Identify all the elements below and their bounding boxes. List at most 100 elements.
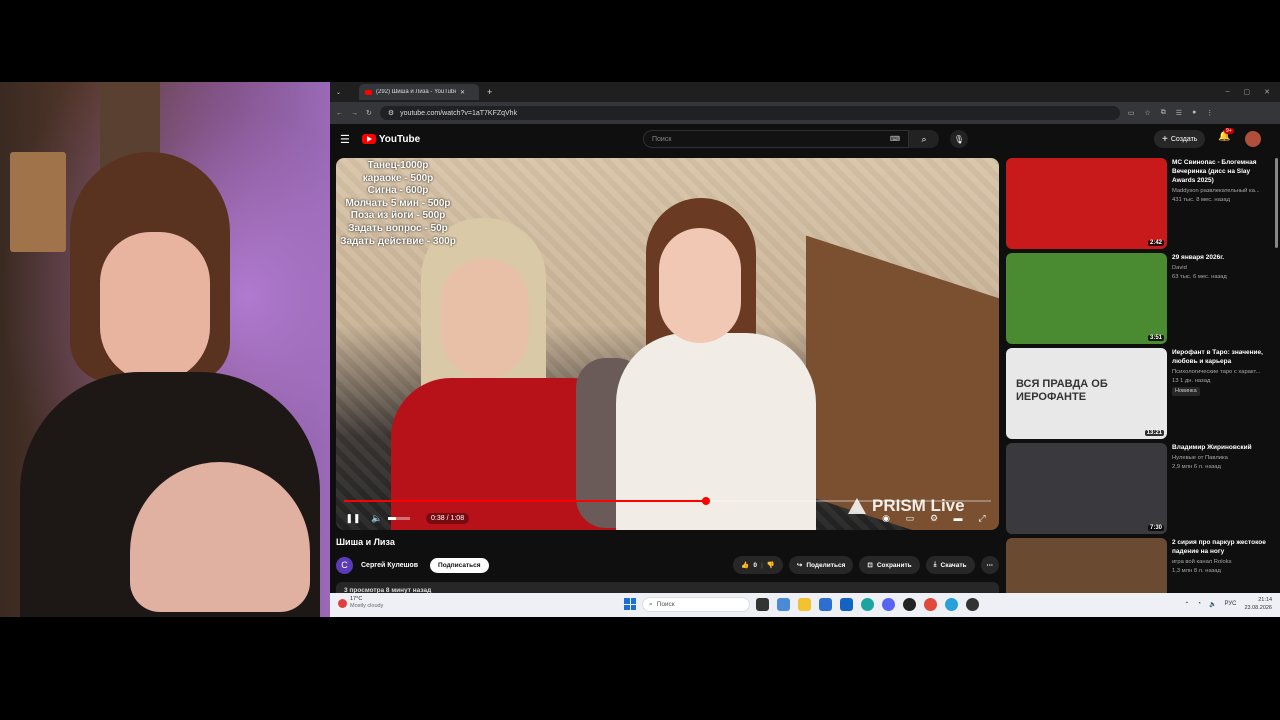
- extensions-icon[interactable]: ⧉: [1161, 109, 1166, 117]
- related-video-channel[interactable]: Психологические таро с характ...: [1172, 368, 1270, 377]
- related-video-title[interactable]: Владимир Жириновский: [1172, 443, 1252, 452]
- related-video-item[interactable]: 2:42 МС Свинопас - Блогемная Вечеринка (д…: [1006, 158, 1270, 249]
- tab-close-icon[interactable]: ✕: [460, 89, 465, 96]
- like-count: 0: [753, 561, 757, 569]
- account-avatar[interactable]: [1245, 131, 1261, 147]
- related-video-thumbnail[interactable]: ВСЯ ПРАВДА ОБ ИЕРОФАНТЕ 13:21: [1006, 348, 1167, 439]
- forward-icon[interactable]: →: [351, 110, 358, 117]
- related-video-item[interactable]: 7:30 Владимир Жириновский Нулевые от Павли…: [1006, 443, 1270, 534]
- settings-icon[interactable]: ⚙: [925, 510, 943, 526]
- start-button[interactable]: [624, 598, 636, 610]
- more-icon: ⋯: [986, 562, 994, 569]
- edge-icon[interactable]: [861, 598, 874, 611]
- related-video-info: 29 января 2026г. David 63 тыс. 6 мес. наза…: [1172, 253, 1227, 344]
- tab-list-icon[interactable]: ⌄: [336, 89, 341, 96]
- pause-icon[interactable]: ❚❚: [344, 510, 362, 526]
- volume-slider[interactable]: [388, 516, 410, 520]
- reload-icon[interactable]: ↻: [366, 109, 372, 117]
- tab-youtube[interactable]: (292) Шиша и Лиза - YouTube ✕: [359, 84, 480, 100]
- download-button[interactable]: ⤓ Скачать: [925, 556, 975, 574]
- like-button[interactable]: 👍 0 | 👎: [733, 556, 783, 574]
- new-tab-icon[interactable]: +: [487, 87, 492, 97]
- maximize-icon[interactable]: ▢: [1244, 88, 1251, 96]
- subtitles-icon[interactable]: ▭: [901, 510, 919, 526]
- subscribe-button[interactable]: Подписаться: [430, 557, 489, 573]
- bookmark-star-icon[interactable]: ☆: [1145, 109, 1151, 117]
- taskbar-search[interactable]: ⌕ Поиск: [642, 597, 750, 612]
- obs-icon[interactable]: [966, 598, 979, 611]
- browser-menu-icon[interactable]: ⋮: [1206, 109, 1213, 117]
- related-video-meta: 63 тыс. 6 мес. назад: [1172, 273, 1227, 280]
- related-video-title[interactable]: МС Свинопас - Блогемная Вечеринка (дисс …: [1172, 158, 1270, 185]
- thumbs-down-icon[interactable]: 👎: [767, 561, 775, 569]
- language-indicator[interactable]: РУС: [1224, 601, 1236, 607]
- tray-chevron-icon[interactable]: ⌃: [1184, 601, 1189, 608]
- save-button[interactable]: ⊡ Сохранить: [859, 556, 920, 574]
- minimize-icon[interactable]: –: [1226, 88, 1230, 96]
- close-window-icon[interactable]: ✕: [1264, 88, 1270, 96]
- download-label: Скачать: [940, 561, 967, 569]
- reading-list-icon[interactable]: ☰: [1176, 109, 1182, 117]
- youtube-logo-text: YouTube: [378, 133, 421, 145]
- hamburger-menu-icon[interactable]: ☰: [340, 133, 350, 146]
- related-video-title[interactable]: 29 января 2026г.: [1172, 253, 1227, 262]
- related-video-item[interactable]: ВСЯ ПРАВДА ОБ ИЕРОФАНТЕ 13:21 Иерофант в Т…: [1006, 348, 1270, 439]
- site-info-icon[interactable]: ⚙: [388, 109, 394, 117]
- related-video-channel[interactable]: David: [1172, 264, 1227, 273]
- volume-icon[interactable]: 🔈: [368, 510, 386, 526]
- profile-icon[interactable]: ●: [1192, 109, 1196, 117]
- file-explorer-icon[interactable]: [798, 598, 811, 611]
- task-view-icon[interactable]: [756, 598, 769, 611]
- price-list-item: Танец-1000р: [367, 160, 429, 171]
- related-video-channel[interactable]: Maddyson развлекательный ка...: [1172, 187, 1270, 196]
- channel-avatar[interactable]: С: [336, 556, 353, 574]
- related-video-title[interactable]: 2 сирия про паркур жестокое падение на н…: [1172, 538, 1270, 556]
- app-icon[interactable]: [903, 598, 916, 611]
- video-player[interactable]: Танец-1000р караоке - 500р Сигна - 600р Мол…: [336, 158, 999, 530]
- chrome-icon[interactable]: [924, 598, 937, 611]
- related-video-thumbnail[interactable]: 7:30: [1006, 443, 1167, 534]
- price-list-item: Молчать 5 мин - 500р: [345, 197, 451, 209]
- outlook-icon[interactable]: [840, 598, 853, 611]
- fullscreen-icon[interactable]: ⤢: [973, 510, 991, 526]
- discord-icon[interactable]: [882, 598, 895, 611]
- video-duration: 3:51: [1147, 335, 1164, 341]
- volume-tray-icon[interactable]: 🔈: [1209, 601, 1216, 608]
- cast-icon[interactable]: ▭: [1128, 109, 1135, 117]
- page-scrollbar[interactable]: [1275, 158, 1278, 248]
- store-icon[interactable]: [819, 598, 832, 611]
- price-list-item: караоке - 500р: [362, 172, 434, 184]
- notifications-button[interactable]: 🔔 9+: [1218, 128, 1234, 142]
- weather-temp: 17°C: [350, 596, 363, 602]
- progress-bar[interactable]: [344, 497, 991, 505]
- youtube-logo[interactable]: YouTube: [361, 133, 421, 145]
- create-button[interactable]: + Создать: [1154, 130, 1206, 148]
- price-list-item: Задать действие - 300р: [340, 235, 456, 247]
- taskbar-search-icon: ⌕: [649, 600, 653, 608]
- more-actions-button[interactable]: ⋯: [980, 556, 999, 574]
- related-video-meta: 2,9 млн 6 л. назад: [1172, 463, 1221, 470]
- related-video-thumbnail[interactable]: 2:42: [1006, 158, 1167, 249]
- weather-desc: Mostly cloudy: [350, 603, 384, 609]
- autoplay-toggle-icon[interactable]: ◉: [877, 510, 895, 526]
- channel-name[interactable]: Сергей Кулешов: [361, 562, 418, 569]
- back-icon[interactable]: ←: [336, 110, 343, 117]
- related-video-channel[interactable]: Нулевые от Павлика: [1172, 454, 1252, 463]
- search-button[interactable]: ⌕: [909, 130, 939, 148]
- progress-fill: [344, 500, 707, 502]
- telegram-icon[interactable]: [945, 598, 958, 611]
- search-input[interactable]: Поиск ⌨: [643, 130, 909, 148]
- theater-mode-icon[interactable]: ▬: [949, 510, 967, 526]
- url-field[interactable]: ⚙ youtube.com/watch?v=1aT7KFZqVhk: [379, 106, 1120, 120]
- weather-widget[interactable]: 17°C Mostly cloudy: [338, 596, 383, 610]
- share-button[interactable]: ↪ Поделиться: [788, 556, 854, 574]
- network-icon[interactable]: ◔: [1197, 601, 1201, 607]
- related-video-item[interactable]: 3:51 29 января 2026г. David 63 тыс. 6 мес. …: [1006, 253, 1270, 344]
- related-video-title[interactable]: Иерофант в Таро: значение, любовь и карь…: [1172, 348, 1270, 366]
- related-video-channel[interactable]: игра вой канал Roloks: [1172, 558, 1270, 567]
- keyboard-icon[interactable]: ⌨: [890, 135, 900, 143]
- voice-search-button[interactable]: 🎙: [950, 130, 968, 148]
- widgets-icon[interactable]: [777, 598, 790, 611]
- related-video-thumbnail[interactable]: 3:51: [1006, 253, 1167, 344]
- clock[interactable]: 21:14 23.08.2026: [1244, 596, 1272, 612]
